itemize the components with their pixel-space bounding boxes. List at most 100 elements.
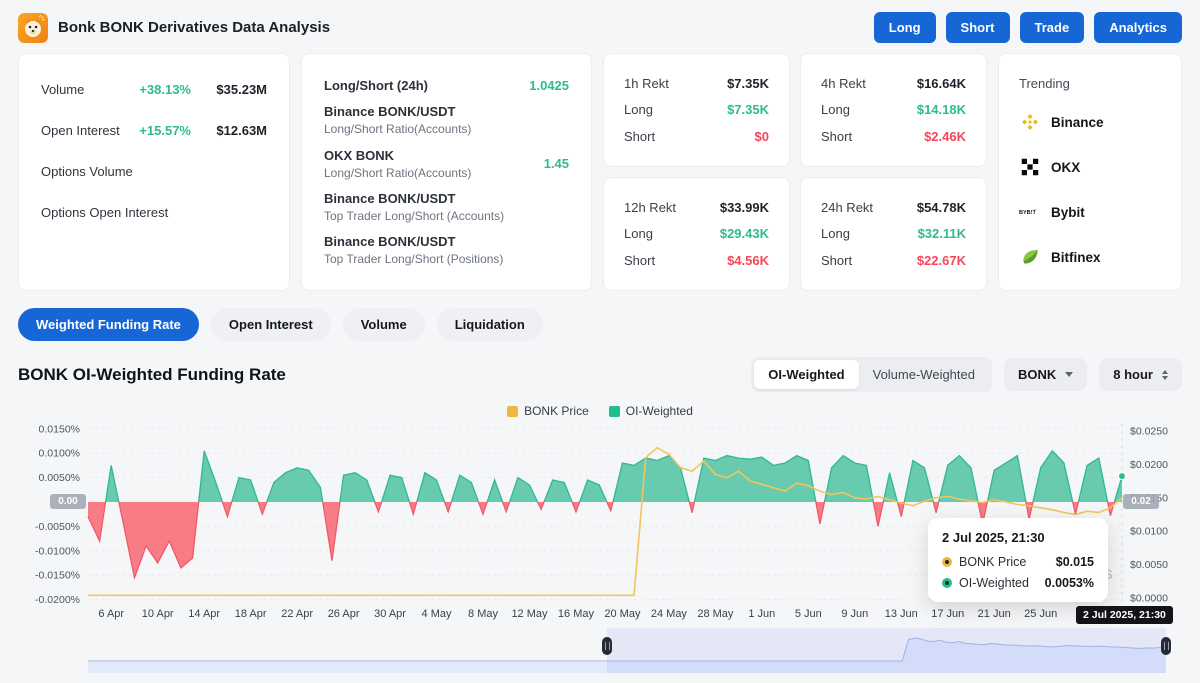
zero-axis-badge: 0.00	[50, 494, 86, 509]
stat-label: Options Open Interest	[41, 205, 191, 220]
y-right-tick: $0.0250	[1130, 426, 1168, 438]
ls-subtitle: Top Trader Long/Short (Accounts)	[324, 209, 504, 223]
chart-title: BONK OI-Weighted Funding Rate	[18, 365, 286, 385]
tab-volume[interactable]: Volume	[343, 308, 425, 341]
x-tick: 26 Apr	[328, 608, 360, 620]
trending-label: Bitfinex	[1051, 250, 1101, 265]
ls-row: Binance BONK/USDT Top Trader Long/Short …	[324, 234, 569, 266]
oi-legend-swatch	[609, 406, 620, 417]
trade-button[interactable]: Trade	[1020, 12, 1085, 43]
tab-weighted-funding-rate[interactable]: Weighted Funding Rate	[18, 308, 199, 341]
rekt-card-1h: 1h Rekt$7.35K Long$7.35K Short$0	[603, 53, 790, 167]
xaxis-date-pill: 2 Jul 2025, 21:30	[1076, 606, 1173, 624]
tab-liquidation[interactable]: Liquidation	[437, 308, 543, 341]
x-tick: 8 May	[468, 608, 498, 620]
ls-row: Long/Short (24h) 1.0425	[324, 78, 569, 93]
svg-text:BYB!T: BYB!T	[1019, 210, 1036, 216]
x-tick: 4 May	[422, 608, 452, 620]
y-right-tick: $0.0000	[1130, 593, 1168, 605]
y-right-tick: $0.0100	[1130, 526, 1168, 538]
trending-item-bybit[interactable]: BYB!T Bybit	[1019, 201, 1161, 223]
brush-selection[interactable]	[607, 628, 1166, 673]
rekt-card-4h: 4h Rekt$16.64K Long$14.18K Short$2.46K	[800, 53, 987, 167]
stat-value: $35.23M	[209, 82, 267, 97]
y-left-tick: -0.0150%	[35, 570, 80, 582]
y-left-tick: -0.0100%	[35, 545, 80, 557]
ls-subtitle: Long/Short Ratio(Accounts)	[324, 122, 471, 136]
analytics-button[interactable]: Analytics	[1094, 12, 1182, 43]
ls-row: Binance BONK/USDT Long/Short Ratio(Accou…	[324, 104, 569, 136]
binance-icon	[1019, 111, 1041, 133]
rekt-cards-grid: 1h Rekt$7.35K Long$7.35K Short$0 4h Rekt…	[603, 53, 987, 291]
tab-open-interest[interactable]: Open Interest	[211, 308, 331, 341]
header: Bonk BONK Derivatives Data Analysis Long…	[0, 0, 1200, 53]
x-tick: 9 Jun	[841, 608, 868, 620]
stat-row-options-volume: Options Volume	[41, 164, 267, 179]
ls-value: 1.0425	[529, 78, 569, 93]
ls-row: OKX BONK Long/Short Ratio(Accounts) 1.45	[324, 148, 569, 180]
x-tick: 20 May	[604, 608, 641, 620]
ls-title: OKX BONK	[324, 148, 471, 163]
rekt-card-24h: 24h Rekt$54.78K Long$32.11K Short$22.67K	[800, 177, 987, 291]
symbol-select[interactable]: BONK	[1004, 358, 1087, 391]
price-axis-badge: 0.02	[1123, 494, 1159, 509]
x-tick: 28 May	[697, 608, 734, 620]
brush-handle-left[interactable]	[602, 637, 612, 655]
rekt-card-12h: 12h Rekt$33.99K Long$29.43K Short$4.56K	[603, 177, 790, 291]
stat-label: Open Interest	[41, 123, 139, 138]
y-left-tick: 0.0150%	[39, 423, 80, 435]
ls-title: Binance BONK/USDT	[324, 104, 471, 119]
okx-icon	[1019, 156, 1041, 178]
tooltip-row-price: BONK Price $0.015	[942, 555, 1094, 569]
chart-tabs: Weighted Funding Rate Open Interest Volu…	[0, 291, 1200, 353]
short-button[interactable]: Short	[946, 12, 1010, 43]
ls-row: Binance BONK/USDT Top Trader Long/Short …	[324, 191, 569, 223]
long-button[interactable]: Long	[874, 12, 936, 43]
y-left-tick: 0.0050%	[39, 472, 80, 484]
bybit-icon: BYB!T	[1019, 201, 1041, 223]
oi-dot-icon	[942, 578, 952, 588]
series-end-dot	[1119, 473, 1126, 480]
stat-value: $12.63M	[209, 123, 267, 138]
trending-item-bitfinex[interactable]: Bitfinex	[1019, 246, 1161, 268]
oi-weighted-toggle[interactable]: OI-Weighted	[754, 360, 858, 389]
chart-controls: OI-Weighted Volume-Weighted BONK 8 hour	[751, 357, 1182, 392]
x-tick: 5 Jun	[795, 608, 822, 620]
trending-item-binance[interactable]: Binance	[1019, 111, 1161, 133]
ls-title: Binance BONK/USDT	[324, 234, 503, 249]
stats-cards-row: Volume +38.13% $35.23M Open Interest +15…	[0, 53, 1200, 291]
trending-label: OKX	[1051, 160, 1080, 175]
x-tick: 24 May	[651, 608, 688, 620]
x-tick: 30 Apr	[374, 608, 406, 620]
y-right-tick: $0.0050	[1130, 559, 1168, 571]
weight-toggle: OI-Weighted Volume-Weighted	[751, 357, 992, 392]
stat-row-options-open-interest: Options Open Interest	[41, 205, 267, 220]
stat-change: +15.57%	[139, 123, 191, 138]
sort-arrows-icon	[1162, 370, 1168, 380]
app-root: Bonk BONK Derivatives Data Analysis Long…	[0, 0, 1200, 683]
y-left-tick: -0.0050%	[35, 521, 80, 533]
y-right-tick: $0.0200	[1130, 459, 1168, 471]
x-tick: 14 Apr	[188, 608, 220, 620]
x-tick: 22 Apr	[281, 608, 313, 620]
legend-item-oi: OI-Weighted	[609, 404, 693, 418]
bonk-logo-icon	[18, 13, 48, 43]
ls-subtitle: Top Trader Long/Short (Positions)	[324, 252, 503, 266]
interval-select[interactable]: 8 hour	[1099, 358, 1182, 391]
x-tick: 16 May	[558, 608, 595, 620]
chart-legend: BONK Price OI-Weighted	[0, 404, 1200, 418]
x-tick: 18 Apr	[235, 608, 267, 620]
x-tick: 10 Apr	[142, 608, 174, 620]
trending-label: Binance	[1051, 115, 1104, 130]
stat-label: Options Volume	[41, 164, 191, 179]
volume-weighted-toggle[interactable]: Volume-Weighted	[859, 360, 989, 389]
brush-handle-right[interactable]	[1161, 637, 1171, 655]
price-dot-icon	[942, 557, 952, 567]
stat-row-volume: Volume +38.13% $35.23M	[41, 82, 267, 97]
trending-item-okx[interactable]: OKX	[1019, 156, 1161, 178]
page-title: Bonk BONK Derivatives Data Analysis	[58, 19, 330, 36]
ls-title: Long/Short (24h)	[324, 78, 428, 93]
y-left-tick: -0.0200%	[35, 594, 80, 606]
ls-value: 1.45	[544, 156, 569, 171]
legend-item-price: BONK Price	[507, 404, 589, 418]
